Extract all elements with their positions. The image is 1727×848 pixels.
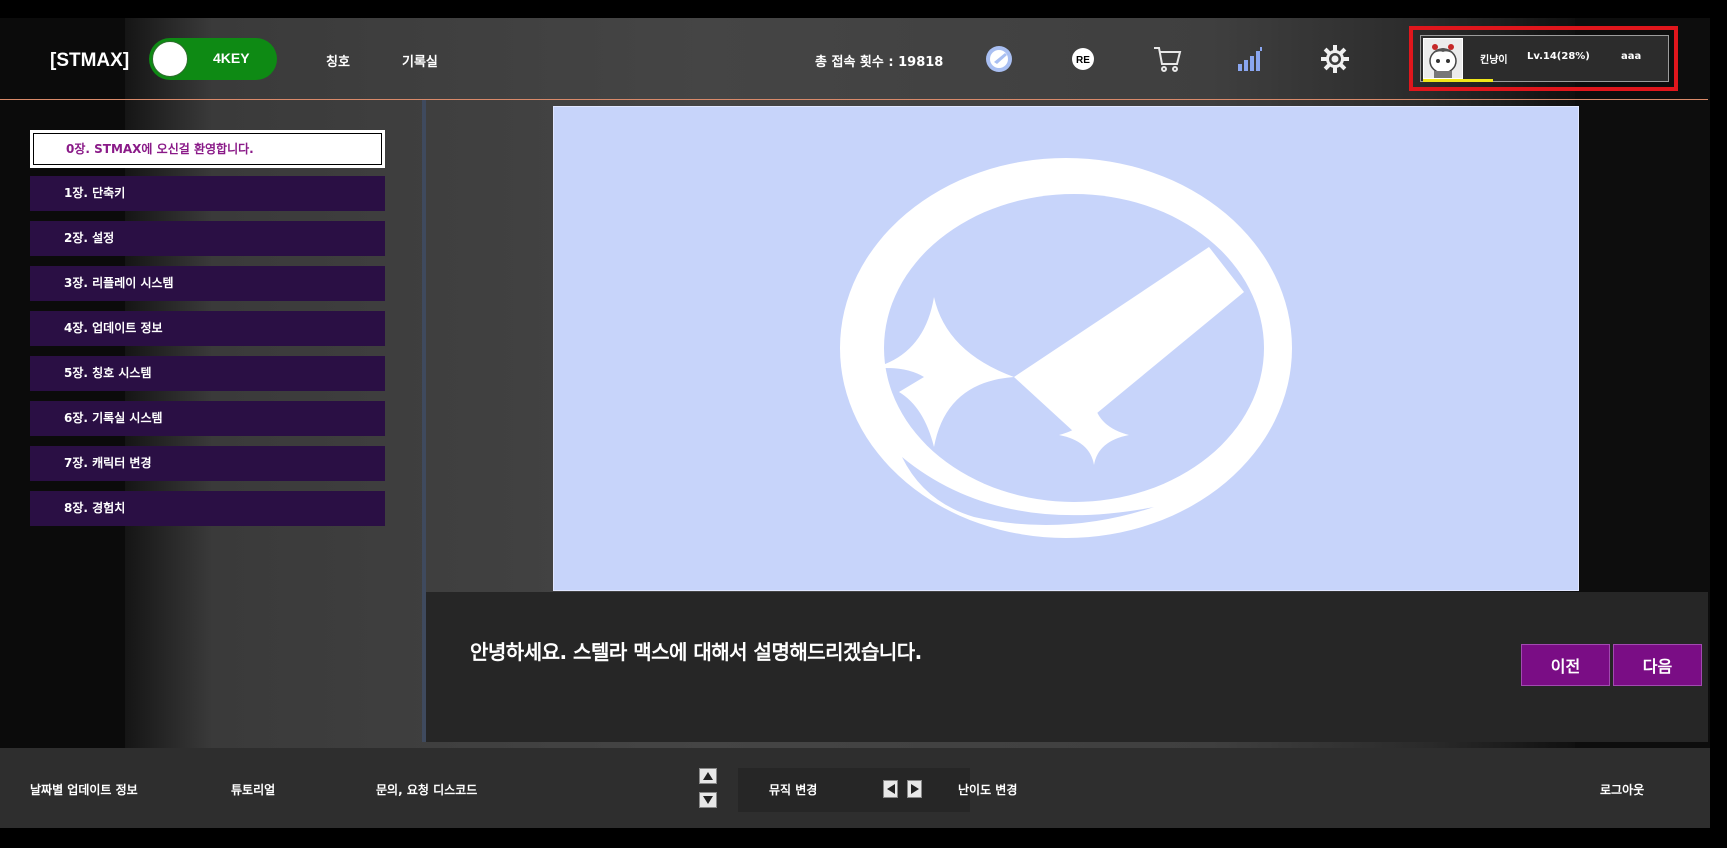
difficulty-next-button[interactable] [907, 780, 922, 798]
chapter-item-3[interactable]: 3장. 리플레이 시스템 [30, 266, 385, 301]
prev-button[interactable]: 이전 [1521, 644, 1610, 686]
stellar-emblem-icon [840, 158, 1292, 538]
logout-link[interactable]: 로그아웃 [1600, 781, 1644, 798]
difficulty-prev-button[interactable] [883, 780, 898, 798]
arrow-left-icon [886, 784, 895, 794]
avatar [1423, 38, 1463, 79]
xp-progress-bar [1423, 79, 1493, 82]
svg-text:RE: RE [1076, 55, 1090, 66]
gear-icon[interactable] [1318, 42, 1352, 76]
toggle-knob [152, 41, 188, 77]
profile-extra: aaa [1621, 51, 1642, 62]
update-log-link[interactable]: 날짜별 업데이트 정보 [30, 781, 138, 798]
chapter-item-5[interactable]: 5장. 칭호 시스템 [30, 356, 385, 391]
tutorial-preview-image [553, 106, 1579, 591]
profile-highlight: 킨냥이 Lv.14(28%) aaa [1409, 26, 1678, 91]
arrow-up-icon [703, 772, 713, 780]
key-mode-toggle[interactable]: 4KEY [149, 38, 277, 80]
chapter-item-4[interactable]: 4장. 업데이트 정보 [30, 311, 385, 346]
music-up-button[interactable] [699, 768, 717, 784]
tutorial-link[interactable]: 튜토리얼 [231, 781, 275, 798]
difficulty-change-label: 난이도 변경 [958, 783, 1018, 797]
visit-count: 총 접속 횟수 : 19818 [815, 55, 944, 70]
chapter-item-2[interactable]: 2장. 설정 [30, 221, 385, 256]
top-bar: [STMAX] 4KEY 칭호 기록실 총 접속 횟수 : 19818 RE 킨… [0, 18, 1710, 100]
header-divider [0, 99, 1708, 100]
profile-name: 킨냥이 [1480, 55, 1508, 66]
replay-icon[interactable]: RE [1066, 42, 1100, 76]
next-button[interactable]: 다음 [1613, 644, 1702, 686]
signal-bars-icon[interactable] [1233, 42, 1267, 76]
key-mode-label: 4KEY [213, 50, 250, 66]
dialog-panel [426, 592, 1708, 742]
profile-card[interactable]: 킨냥이 Lv.14(28%) aaa [1420, 35, 1669, 82]
chapter-item-8[interactable]: 8장. 경험치 [30, 491, 385, 526]
chapter-item-1[interactable]: 1장. 단축키 [30, 176, 385, 211]
arrow-down-icon [703, 796, 713, 804]
music-down-button[interactable] [699, 792, 717, 808]
cart-icon[interactable] [1150, 42, 1184, 76]
nav-title[interactable]: 칭호 [326, 51, 350, 70]
dialog-text: 안녕하세요. 스텔라 맥스에 대해서 설명해드리겠습니다. [470, 640, 922, 664]
discord-link[interactable]: 문의, 요청 디스코드 [376, 781, 477, 798]
arrow-right-icon [910, 784, 919, 794]
music-change-label: 뮤직 변경 [769, 783, 818, 797]
nav-records[interactable]: 기록실 [402, 51, 438, 70]
chapter-item-6[interactable]: 6장. 기록실 시스템 [30, 401, 385, 436]
chapter-item-0[interactable]: 0장. STMAX에 오신걸 환영합니다. [30, 130, 385, 168]
profile-level: Lv.14(28%) [1527, 51, 1590, 62]
stellar-logo-icon[interactable] [982, 42, 1016, 76]
app-logo: [STMAX] [50, 50, 130, 71]
chapter-item-7[interactable]: 7장. 캐릭터 변경 [30, 446, 385, 481]
